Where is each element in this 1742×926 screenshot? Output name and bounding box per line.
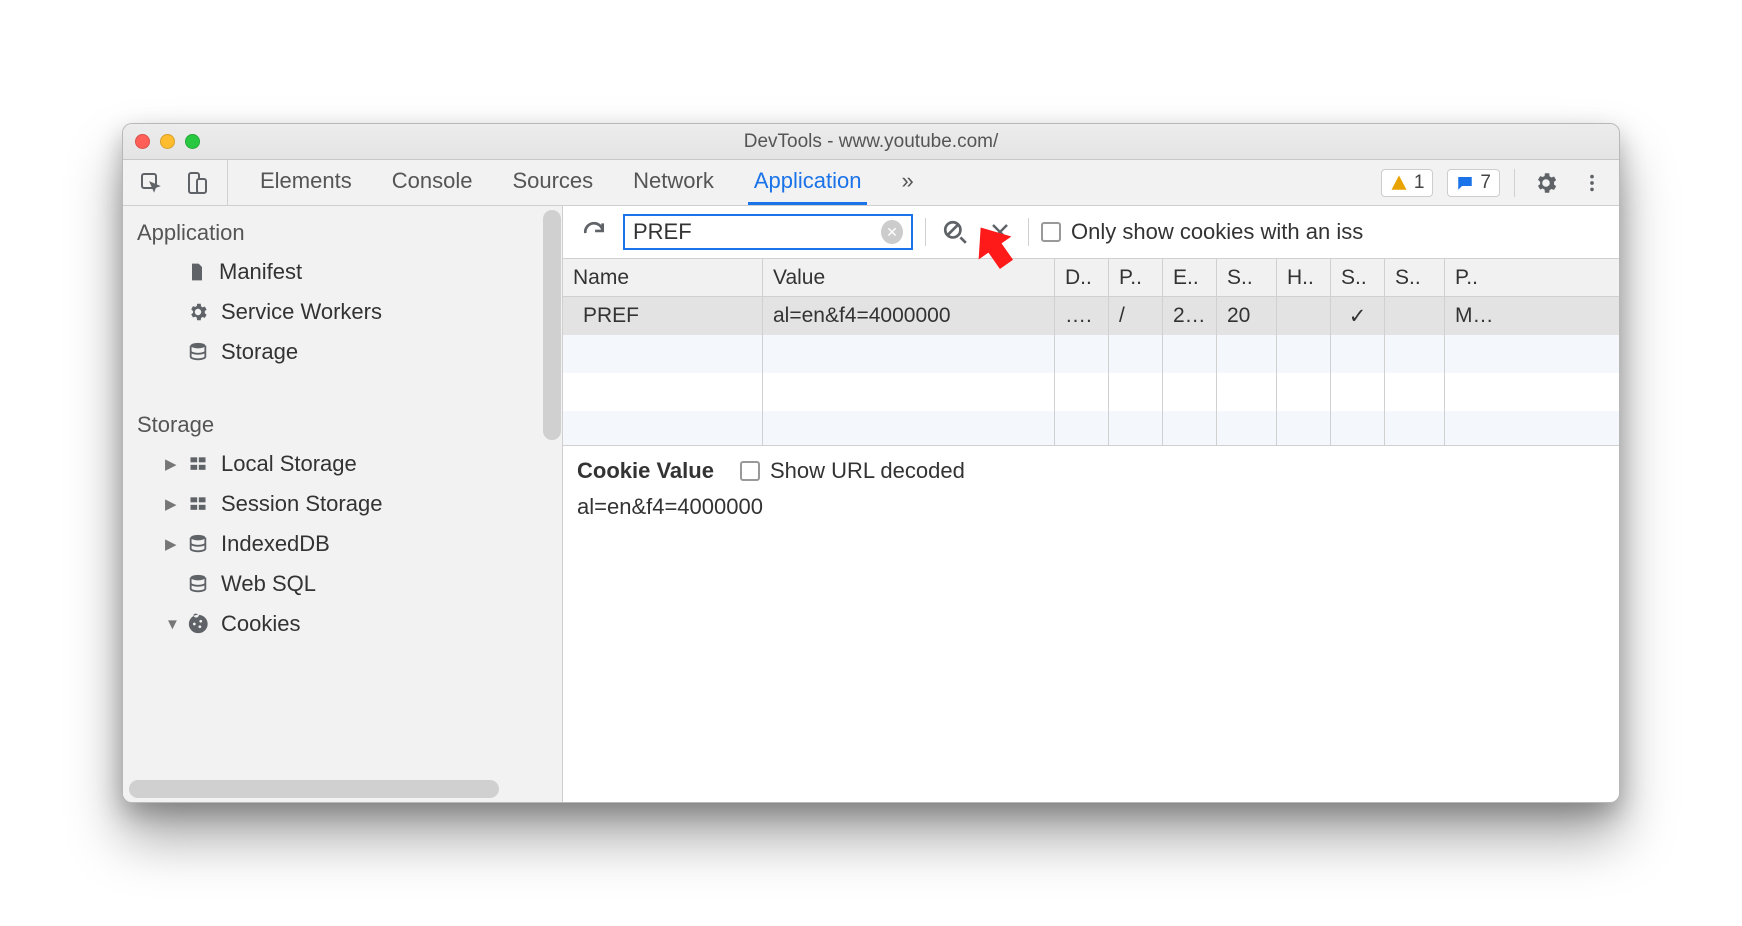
- sidebar-item-storage[interactable]: ▶ Storage: [123, 332, 562, 372]
- refresh-icon[interactable]: [577, 219, 611, 245]
- close-window-button[interactable]: [135, 134, 150, 149]
- col-httponly[interactable]: H..: [1277, 259, 1331, 296]
- main-tabs: Elements Console Sources Network Applica…: [123, 160, 1619, 206]
- warnings-count: 1: [1414, 172, 1425, 194]
- only-issue-checkbox[interactable]: [1041, 222, 1061, 242]
- cookies-toolbar: ✕ Only show cookies with an iss: [563, 206, 1619, 258]
- sidebar-scrollbar-horizontal[interactable]: [129, 780, 499, 798]
- sidebar-heading-application: Application: [123, 206, 562, 252]
- col-value[interactable]: Value: [763, 259, 1055, 296]
- more-menu-icon[interactable]: [1577, 172, 1607, 194]
- warnings-badge[interactable]: 1: [1381, 169, 1434, 197]
- database-icon: [187, 533, 209, 555]
- col-expires[interactable]: E..: [1163, 259, 1217, 296]
- filter-input[interactable]: [633, 219, 881, 245]
- sidebar-item-indexeddb[interactable]: ▶ IndexedDB: [123, 524, 562, 564]
- titlebar: DevTools - www.youtube.com/: [123, 124, 1619, 160]
- grid-icon: [187, 494, 209, 514]
- sidebar-item-service-workers[interactable]: ▶ Service Workers: [123, 292, 562, 332]
- clear-all-icon[interactable]: [938, 219, 972, 245]
- filter-input-wrapper[interactable]: ✕: [623, 214, 913, 250]
- col-name[interactable]: Name: [563, 259, 763, 296]
- inspect-element-icon[interactable]: [135, 171, 167, 195]
- main-panel: ✕ Only show cookies with an iss: [563, 206, 1619, 802]
- table-row[interactable]: [563, 411, 1619, 445]
- sidebar-item-local-storage[interactable]: ▶ Local Storage: [123, 444, 562, 484]
- content-area: Application ▶ Manifest ▶ Service Workers…: [123, 206, 1619, 802]
- tabs-overflow[interactable]: »: [895, 160, 919, 205]
- table-row[interactable]: [563, 335, 1619, 373]
- gear-icon: [187, 301, 209, 323]
- tab-sources[interactable]: Sources: [506, 160, 599, 205]
- cookie-value-text[interactable]: al=en&f4=4000000: [577, 494, 1605, 520]
- cookie-icon: [187, 613, 209, 635]
- show-decoded-label: Show URL decoded: [770, 458, 965, 484]
- messages-badge[interactable]: 7: [1447, 169, 1500, 197]
- grid-icon: [187, 454, 209, 474]
- sidebar-scrollbar-vertical[interactable]: [543, 210, 561, 440]
- col-path[interactable]: P..: [1109, 259, 1163, 296]
- sidebar-heading-storage: Storage: [123, 398, 562, 444]
- table-header: Name Value D.. P.. E.. S.. H.. S.. S.. P…: [563, 259, 1619, 297]
- tab-application[interactable]: Application: [748, 160, 868, 205]
- show-decoded-checkbox[interactable]: [740, 461, 760, 481]
- sidebar-item-cookies[interactable]: ▼ Cookies: [123, 604, 562, 644]
- sidebar: Application ▶ Manifest ▶ Service Workers…: [123, 206, 563, 802]
- messages-count: 7: [1480, 172, 1491, 194]
- clear-filter-icon[interactable]: ✕: [881, 220, 903, 244]
- settings-icon[interactable]: [1529, 170, 1563, 196]
- minimize-window-button[interactable]: [160, 134, 175, 149]
- sidebar-item-websql[interactable]: ▶ Web SQL: [123, 564, 562, 604]
- col-samesite[interactable]: S..: [1385, 259, 1445, 296]
- zoom-window-button[interactable]: [185, 134, 200, 149]
- cookie-value-panel: Cookie Value Show URL decoded al=en&f4=4…: [563, 445, 1619, 532]
- window-controls: [135, 134, 200, 149]
- only-issue-label: Only show cookies with an iss: [1071, 219, 1363, 245]
- sidebar-item-manifest[interactable]: ▶ Manifest: [123, 252, 562, 292]
- show-decoded-row[interactable]: Show URL decoded: [740, 458, 965, 484]
- chevron-right-icon: ▶: [165, 535, 179, 553]
- table-row[interactable]: PREF al=en&f4=4000000 …. / 2… 20 ✓ M…: [563, 297, 1619, 335]
- device-toolbar-icon[interactable]: [181, 171, 213, 195]
- cookies-table: Name Value D.. P.. E.. S.. H.. S.. S.. P…: [563, 258, 1619, 445]
- chevron-right-icon: ▶: [165, 495, 179, 513]
- cookie-value-heading: Cookie Value: [577, 458, 714, 484]
- chevron-down-icon: ▼: [165, 616, 179, 633]
- devtools-window: DevTools - www.youtube.com/ Elements Con…: [122, 123, 1620, 803]
- sidebar-item-session-storage[interactable]: ▶ Session Storage: [123, 484, 562, 524]
- col-domain[interactable]: D..: [1055, 259, 1109, 296]
- col-secure[interactable]: S..: [1331, 259, 1385, 296]
- tab-elements[interactable]: Elements: [254, 160, 358, 205]
- tab-console[interactable]: Console: [386, 160, 479, 205]
- only-issue-checkbox-row[interactable]: Only show cookies with an iss: [1041, 219, 1363, 245]
- col-priority[interactable]: P..: [1445, 259, 1619, 296]
- delete-icon[interactable]: [984, 220, 1016, 244]
- window-title: DevTools - www.youtube.com/: [123, 131, 1619, 153]
- chevron-right-icon: ▶: [165, 455, 179, 473]
- database-icon: [187, 573, 209, 595]
- file-icon: [187, 261, 207, 283]
- tab-network[interactable]: Network: [627, 160, 720, 205]
- col-size[interactable]: S..: [1217, 259, 1277, 296]
- table-row[interactable]: [563, 373, 1619, 411]
- database-icon: [187, 341, 209, 363]
